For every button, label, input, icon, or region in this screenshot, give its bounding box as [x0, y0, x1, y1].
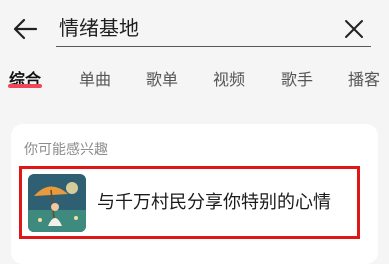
tab-playlists[interactable]: 歌单 — [146, 70, 178, 90]
tab-podcasts[interactable]: 播客 — [348, 70, 380, 90]
search-bar: 情绪基地 — [0, 0, 389, 58]
tab-artists[interactable]: 歌手 — [281, 70, 313, 90]
back-arrow-icon — [13, 18, 38, 40]
search-input[interactable]: 情绪基地 — [59, 15, 139, 41]
suggestion-item-title: 与千万村民分享你特别的心情 — [97, 192, 331, 213]
result-tabs: 综合 单曲 歌单 视频 歌手 播客 — [0, 58, 389, 100]
active-tab-indicator — [8, 84, 42, 88]
suggestions-card: 你可能感兴趣 与千万村民分享你特别的心情 — [11, 124, 378, 264]
suggestion-item[interactable]: 与千万村民分享你特别的心情 — [19, 166, 360, 239]
close-icon — [345, 20, 363, 38]
clear-search-button[interactable] — [340, 15, 368, 43]
suggestions-title: 你可能感兴趣 — [24, 142, 108, 158]
back-button[interactable] — [10, 14, 40, 44]
search-underline — [56, 46, 371, 47]
tab-songs[interactable]: 单曲 — [79, 70, 111, 90]
suggestion-thumbnail — [28, 174, 86, 232]
tab-videos[interactable]: 视频 — [213, 70, 245, 90]
